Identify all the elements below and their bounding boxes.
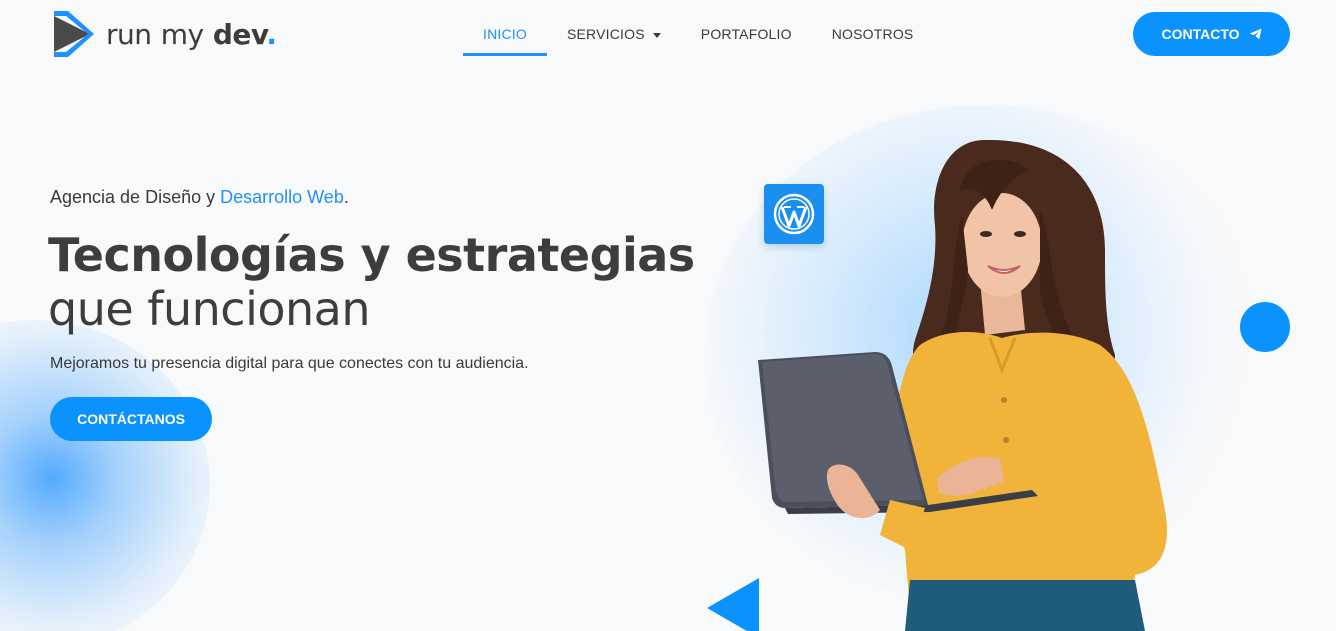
- play-logo-icon: [54, 11, 94, 57]
- headline-line-2: que funcionan: [48, 282, 370, 336]
- contacto-button[interactable]: CONTACTO: [1133, 12, 1290, 56]
- tagline-highlight: Desarrollo Web: [220, 187, 344, 207]
- headline-line-1: Tecnologías y estrategias: [48, 228, 695, 282]
- contactanos-button[interactable]: CONTÁCTANOS: [50, 397, 212, 441]
- decorative-blue-circle: [1240, 302, 1290, 352]
- hero-subtext: Mejoramos tu presencia digital para que …: [50, 355, 529, 372]
- logo-wordmark: run my dev.: [106, 17, 277, 51]
- home-page: run my dev. INICIO SERVICIOS PORTAFOLIO …: [0, 0, 1336, 631]
- site-logo[interactable]: run my dev.: [50, 10, 277, 58]
- site-header: run my dev. INICIO SERVICIOS PORTAFOLIO …: [0, 0, 1336, 68]
- hero-person-with-laptop-image: [758, 139, 1167, 631]
- contacto-button-label: CONTACTO: [1161, 26, 1240, 42]
- nav-item-servicios-label: SERVICIOS: [566, 26, 645, 42]
- paper-plane-icon: [1249, 28, 1261, 40]
- nav-item-inicio[interactable]: INICIO: [463, 12, 547, 56]
- caret-down-icon: [652, 32, 661, 38]
- hero-tagline: Agencia de Diseño y Desarrollo Web.: [50, 187, 349, 207]
- main-nav: INICIO SERVICIOS PORTAFOLIO NOSOTROS: [463, 12, 933, 56]
- nav-item-nosotros[interactable]: NOSOTROS: [812, 12, 934, 56]
- nav-item-portafolio[interactable]: PORTAFOLIO: [681, 12, 812, 56]
- nav-item-servicios[interactable]: SERVICIOS: [547, 12, 681, 56]
- hero-headline: Tecnologías y estrategias que funcionan: [48, 228, 695, 336]
